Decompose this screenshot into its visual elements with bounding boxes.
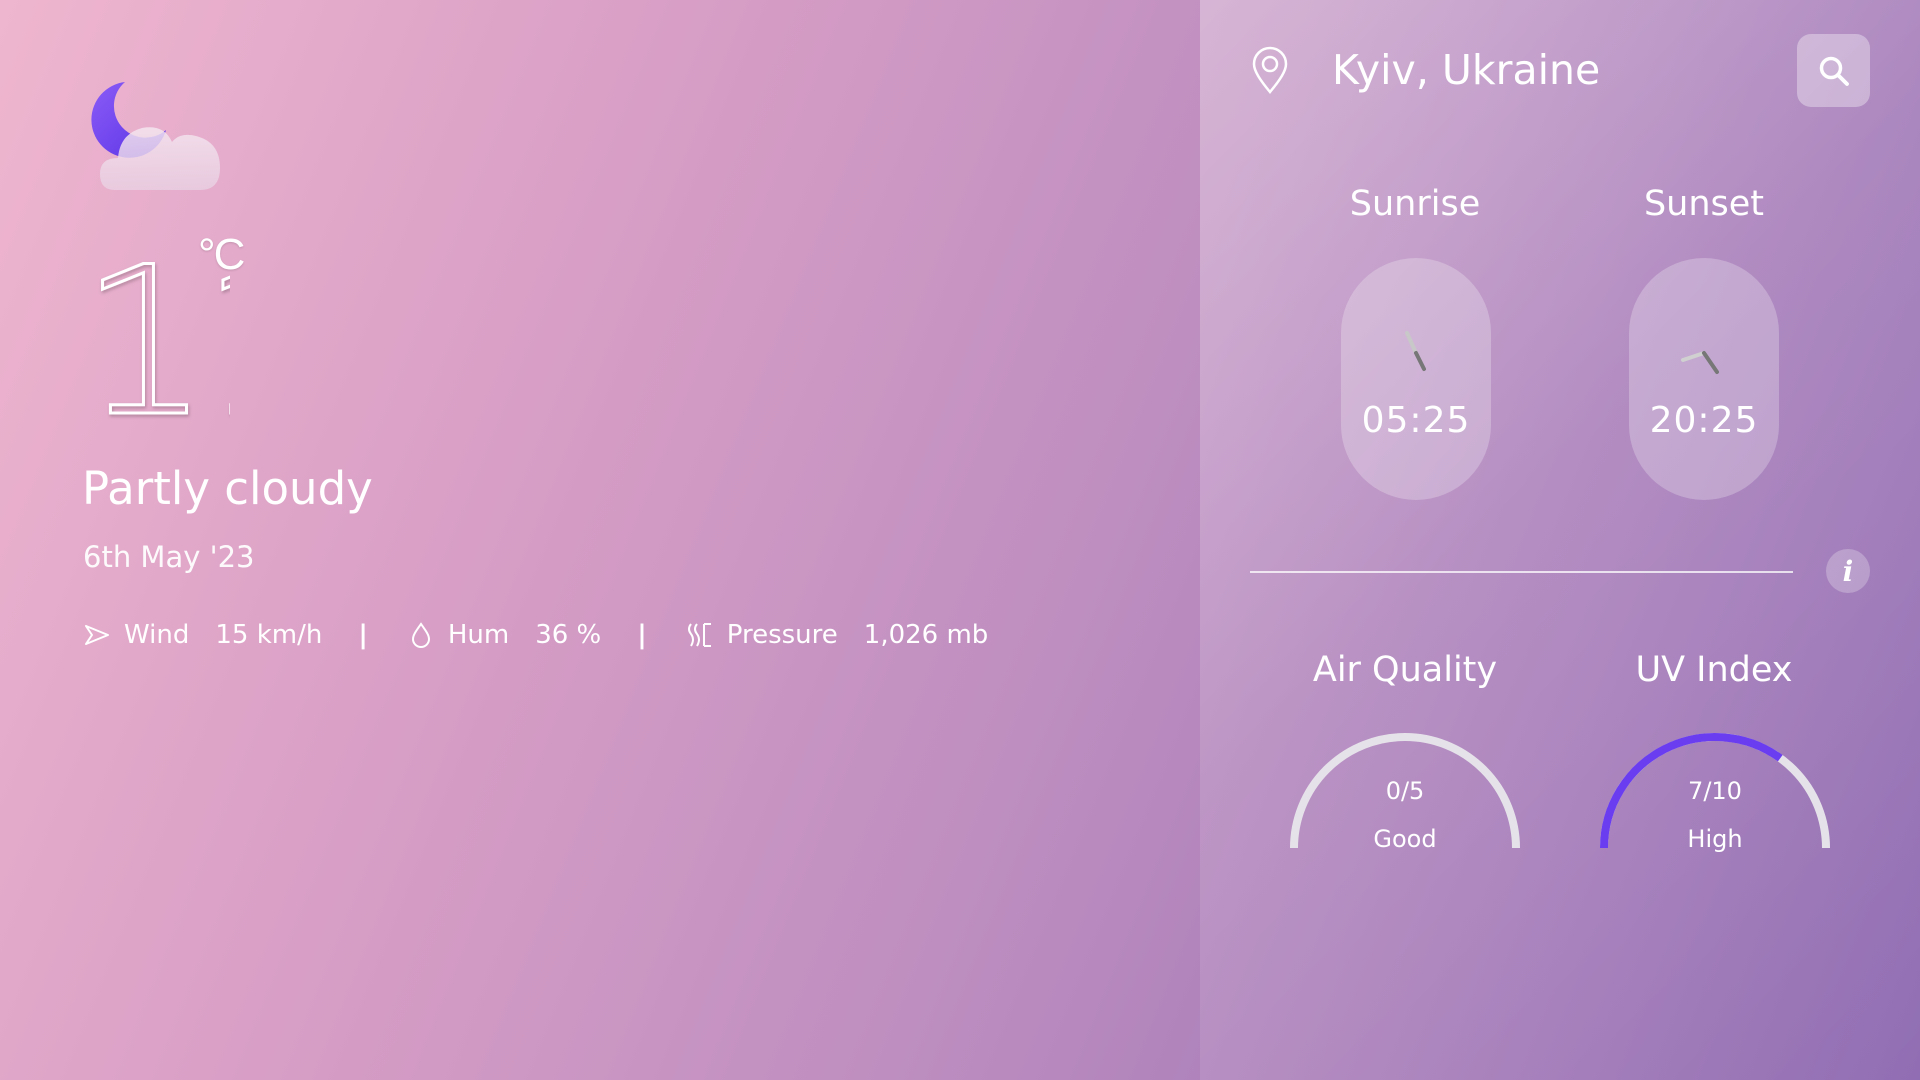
map-pin-icon bbox=[1252, 46, 1288, 94]
sunrise-label: Sunrise bbox=[1349, 184, 1481, 224]
sunrise-time: 05:25 bbox=[1361, 400, 1471, 441]
info-icon[interactable]: i bbox=[1826, 549, 1870, 593]
uv-index-label: UV Index bbox=[1635, 650, 1793, 690]
clock-icon bbox=[1681, 351, 1719, 374]
clock-icon bbox=[1405, 331, 1426, 371]
air-quality-value: 0/5 bbox=[1385, 777, 1425, 805]
droplet-icon bbox=[406, 620, 436, 650]
sunrise-card: 05:25 bbox=[1341, 258, 1491, 500]
wind-arrow-icon bbox=[82, 620, 112, 650]
air-quality-label: Air Quality bbox=[1312, 650, 1498, 690]
wind-value: 15 km/h bbox=[215, 620, 323, 650]
right-panel bbox=[1200, 0, 1920, 1080]
pressure-value: 1,026 mb bbox=[863, 620, 989, 650]
location: Kyiv, Ukraine bbox=[1250, 40, 1600, 100]
sunset-time: 20:25 bbox=[1649, 400, 1759, 441]
stats-separator: | bbox=[637, 620, 647, 650]
weather-condition: Partly cloudy bbox=[82, 462, 373, 515]
search-button[interactable] bbox=[1797, 34, 1870, 107]
humidity-label: Hum bbox=[447, 620, 510, 650]
uv-index-value: 7/10 bbox=[1688, 777, 1742, 805]
stats-separator: | bbox=[358, 620, 368, 650]
sunset-label: Sunset bbox=[1643, 184, 1765, 224]
uv-index-status: High bbox=[1687, 825, 1743, 853]
divider bbox=[1250, 571, 1793, 573]
pressure-icon bbox=[685, 620, 715, 650]
temperature-display: 11 °C bbox=[79, 223, 333, 464]
search-icon bbox=[1819, 56, 1849, 86]
air-quality-status: Good bbox=[1373, 825, 1437, 853]
wind-label: Wind bbox=[124, 620, 190, 650]
location-name[interactable]: Kyiv, Ukraine bbox=[1332, 46, 1600, 94]
humidity-value: 36 % bbox=[535, 620, 602, 650]
current-date: 6th May '23 bbox=[83, 540, 255, 574]
sunset-card: 20:25 bbox=[1629, 258, 1779, 500]
weather-stats: Wind 15 km/h | Hum 36 % | Pressure 1,026… bbox=[82, 618, 988, 652]
temperature-unit: °C bbox=[198, 230, 245, 279]
moon-cloud-icon bbox=[80, 78, 250, 198]
pressure-label: Pressure bbox=[726, 620, 838, 650]
